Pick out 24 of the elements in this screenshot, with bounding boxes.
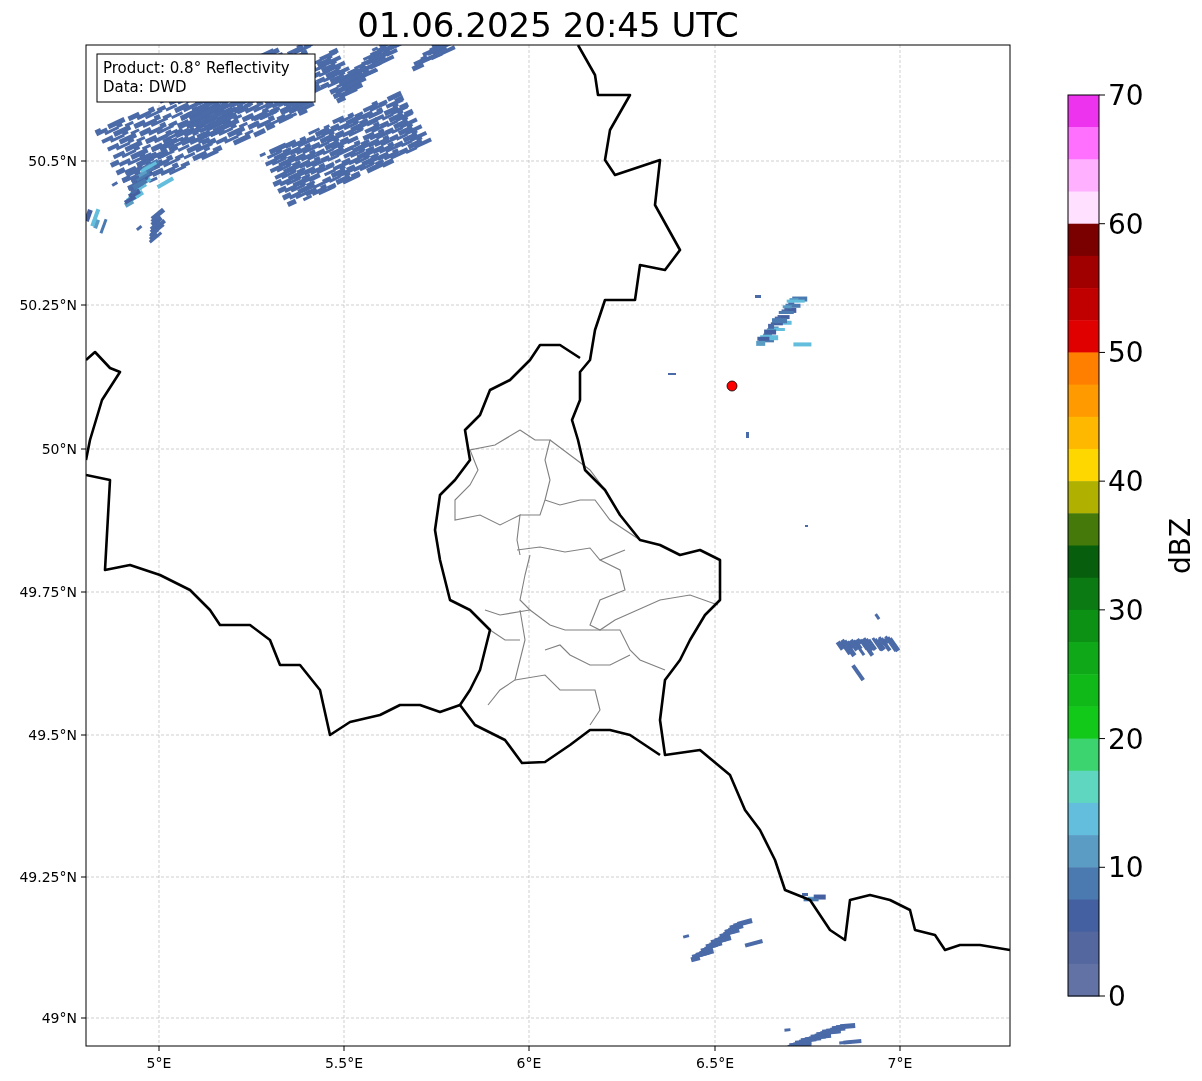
info-text: Data: DWD (103, 78, 187, 96)
colorbar-tick-label: 50 (1108, 336, 1144, 370)
info-text: Product: 0.8° Reflectivity (103, 59, 290, 77)
chart-title: 01.06.2025 20:45 UTC (357, 5, 739, 45)
colorbar-tick-label: 30 (1108, 593, 1144, 627)
y-tick-label: 50.25°N (19, 297, 77, 313)
y-tick-label: 49.25°N (19, 869, 77, 885)
y-tick-label: 50°N (41, 441, 77, 457)
colorbar-tick-label: 60 (1108, 207, 1144, 241)
y-tick-label: 49°N (41, 1010, 77, 1026)
colorbar-tick-label: 40 (1108, 465, 1144, 499)
colorbar-tick-label: 10 (1108, 851, 1144, 885)
x-tick-label: 7°E (887, 1055, 913, 1071)
y-tick-label: 49.5°N (28, 727, 77, 743)
x-tick-label: 5.5°E (324, 1055, 364, 1071)
y-tick-label: 49.75°N (19, 584, 77, 600)
y-tick-label: 50.5°N (28, 153, 77, 169)
x-tick-label: 5°E (146, 1055, 172, 1071)
colorbar-label: dBZ (1164, 517, 1197, 575)
colorbar-tick-label: 0 (1108, 980, 1126, 1013)
colorbar-tick-label: 70 (1108, 79, 1144, 112)
colorbar-tick-label: 20 (1108, 722, 1144, 756)
x-tick-label: 6°E (516, 1055, 542, 1071)
x-tick-label: 6.5°E (695, 1055, 735, 1071)
